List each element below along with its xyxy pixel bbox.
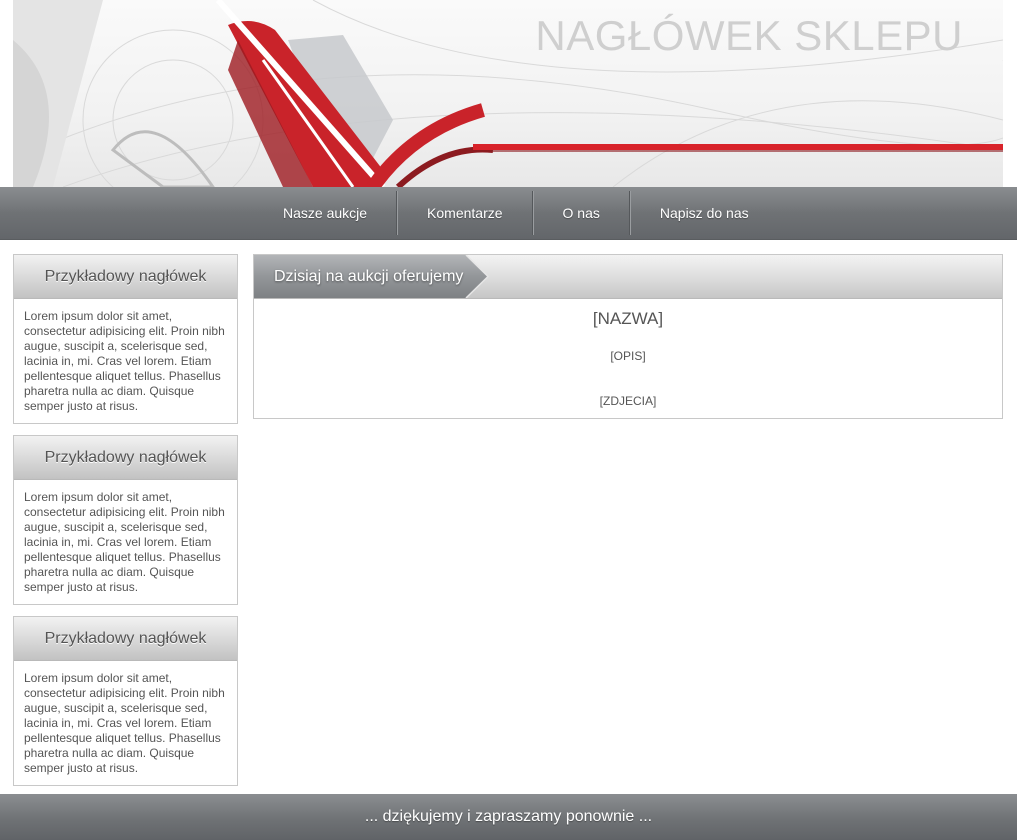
sidebar-box: Przykładowy nagłówek Lorem ipsum dolor s… xyxy=(13,616,238,786)
sidebar-box: Przykładowy nagłówek Lorem ipsum dolor s… xyxy=(13,435,238,605)
auction-tab-label: Dzisiaj na aukcji oferujemy xyxy=(274,268,464,285)
sidebar-box-text: Lorem ipsum dolor sit amet, consectetur … xyxy=(24,490,225,594)
sidebar-box: Przykładowy nagłówek Lorem ipsum dolor s… xyxy=(13,254,238,424)
sidebar-box-text: Lorem ipsum dolor sit amet, consectetur … xyxy=(24,309,225,413)
nav-item-komentarze[interactable]: Komentarze xyxy=(398,187,531,239)
sidebar-box-heading: Przykładowy nagłówek xyxy=(14,436,237,480)
auction-tab: Dzisiaj na aukcji oferujemy xyxy=(254,255,490,298)
sidebar-box-heading: Przykładowy nagłówek xyxy=(14,255,237,299)
footer: ... dziękujemy i zapraszamy ponownie ... xyxy=(0,794,1017,840)
auction-panel-header: Dzisiaj na aukcji oferujemy xyxy=(254,255,1002,299)
nav-item-o-nas[interactable]: O nas xyxy=(534,187,629,239)
nav-item-nasze-aukcje[interactable]: Nasze aukcje xyxy=(268,187,396,239)
sidebar: Przykładowy nagłówek Lorem ipsum dolor s… xyxy=(13,254,238,797)
shop-title: NAGŁÓWEK SKLEPU xyxy=(535,12,963,59)
item-photos: [ZDJECIA] xyxy=(599,394,657,408)
footer-text: ... dziękujemy i zapraszamy ponownie ... xyxy=(364,808,653,825)
nav-item-napisz-do-nas[interactable]: Napisz do nas xyxy=(631,187,778,239)
item-description: [OPIS] xyxy=(610,349,646,363)
sidebar-box-text: Lorem ipsum dolor sit amet, consectetur … xyxy=(24,671,225,775)
item-name: [NAZWA] xyxy=(592,309,664,328)
auction-panel: Dzisiaj na aukcji oferujemy [NAZWA] [OPI… xyxy=(253,254,1003,419)
main-nav: Nasze aukcje Komentarze O nas Napisz do … xyxy=(0,187,1017,240)
header-banner: NAGŁÓWEK SKLEPU xyxy=(13,0,1003,187)
sidebar-box-heading: Przykładowy nagłówek xyxy=(14,617,237,661)
